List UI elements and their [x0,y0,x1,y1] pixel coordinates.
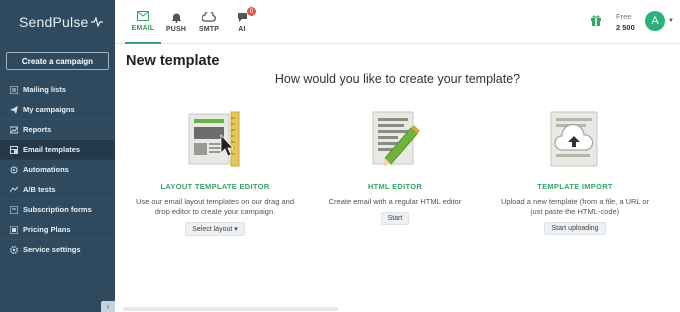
html-editor-icon[interactable] [367,108,423,170]
option-title: HTML EDITOR [367,182,423,191]
tab-label: PUSH [165,26,187,33]
option-description: Use our email layout templates on our dr… [135,197,294,216]
pulse-icon [90,17,103,27]
sidebar-item-label: My campaigns [23,105,75,114]
sidebar-item-label: Subscription forms [23,205,92,214]
sidebar-item-label: Reports [23,125,52,134]
sidebar-item-label: A/B tests [23,185,56,194]
start-uploading-button[interactable]: Start uploading [544,222,606,235]
sidebar-item-label: Automations [23,165,69,174]
option-html-editor: HTML EDITOR Create email with a regular … [305,108,485,225]
sidebar-collapse-button[interactable]: ‹ [101,301,115,312]
tab-email[interactable]: EMAIL [125,0,161,44]
option-title: TEMPLATE IMPORT [537,182,613,191]
pricing-icon [9,225,18,234]
sidebar-item-label: Pricing Plans [23,225,71,234]
page-title: New template [126,53,220,69]
send-icon [9,105,18,114]
option-description: Create email with a regular HTML editor [328,197,462,206]
option-layout-editor: LAYOUT TEMPLATE EDITOR Use our email lay… [125,108,305,236]
tab-ai[interactable]: AI 0 [224,0,260,44]
tab-label: SMTP [198,26,220,33]
horizontal-scrollbar[interactable] [123,307,338,311]
chevron-down-icon[interactable]: ▼ [668,18,674,24]
top-navigation: EMAIL PUSH SMTP AI 0 Free 2 500 A ▼ [115,0,680,44]
tab-label: EMAIL [131,25,155,32]
main-content: New template How would you like to creat… [115,45,680,312]
sidebar-item-pricing-plans[interactable]: Pricing Plans [0,220,115,240]
sidebar-item-label: Email templates [23,145,81,154]
option-title: LAYOUT TEMPLATE EDITOR [160,182,270,191]
create-campaign-button[interactable]: Create a campaign [6,52,109,70]
sidebar-item-subscription-forms[interactable]: Subscription forms [0,200,115,220]
cloud-icon [202,11,216,23]
sidebar-item-my-campaigns[interactable]: My campaigns [0,100,115,120]
option-template-import: TEMPLATE IMPORT Upload a new template (f… [485,108,665,235]
start-button[interactable]: Start [380,212,410,225]
ab-test-icon [9,186,18,194]
template-icon [9,145,18,154]
email-icon [136,10,150,22]
upload-icon[interactable] [547,108,603,170]
sidebar-item-mailing-lists[interactable]: Mailing lists [0,80,115,100]
avatar[interactable]: A [645,11,665,31]
sidebar-item-reports[interactable]: Reports [0,120,115,140]
sidebar-item-email-templates[interactable]: Email templates [0,140,115,160]
select-layout-button[interactable]: Select layout ▾ [185,222,245,236]
plan-count: 2 500 [616,23,635,32]
plan-name: Free [616,12,632,21]
bell-icon [169,11,183,23]
tab-label: AI [238,26,246,33]
logo[interactable]: SendPulse [0,0,115,44]
tab-push[interactable]: PUSH [158,0,194,44]
sidebar-item-label: Mailing lists [23,85,66,94]
report-icon [9,126,18,134]
sidebar-item-automations[interactable]: Automations [0,160,115,180]
logo-text: SendPulse [19,14,89,30]
tab-smtp[interactable]: SMTP [191,0,227,44]
plan-info[interactable]: Free 2 500 [616,11,635,33]
automation-icon [9,166,18,174]
gift-icon[interactable] [590,14,602,26]
sidebar-item-label: Service settings [23,245,81,254]
sidebar: SendPulse Create a campaign Mailing list… [0,0,115,312]
notification-badge: 0 [247,7,256,16]
list-icon [9,85,18,94]
settings-icon [9,245,18,254]
page-subtitle: How would you like to create your templa… [274,72,521,86]
form-icon [9,205,18,214]
sidebar-item-ab-tests[interactable]: A/B tests [0,180,115,200]
option-description: Upload a new template (from a file, a UR… [500,197,650,216]
sidebar-item-service-settings[interactable]: Service settings [0,240,115,260]
sidebar-menu: Mailing lists My campaigns Reports Email… [0,80,115,260]
layout-editor-icon[interactable] [187,108,243,170]
